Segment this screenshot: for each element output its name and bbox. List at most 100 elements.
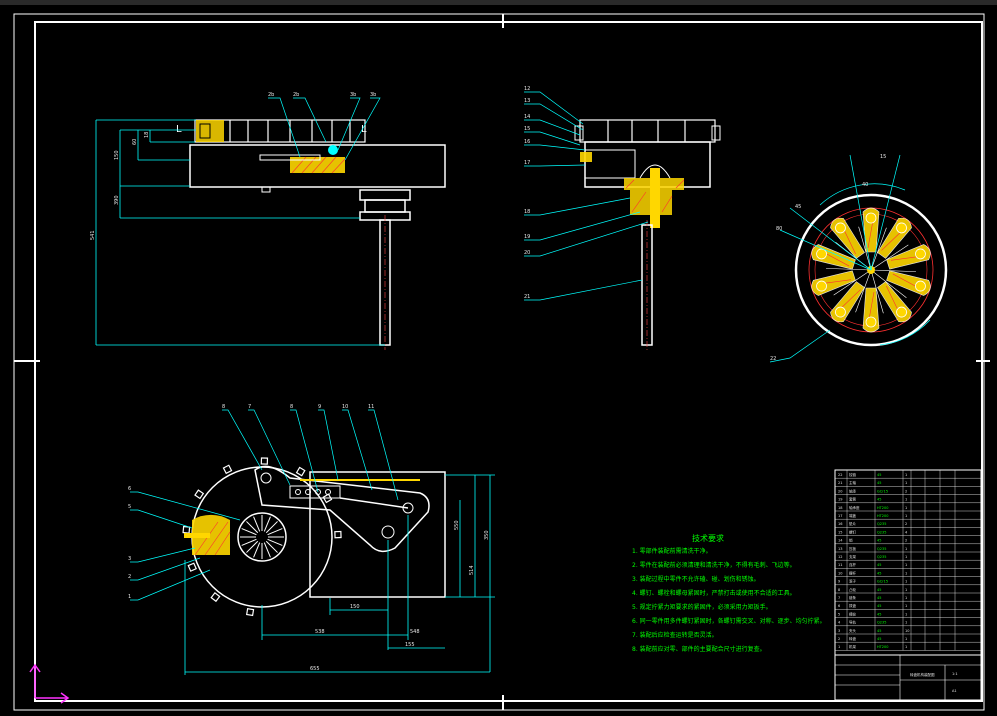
bom-row-material: 45 — [877, 498, 881, 502]
bom-row-material: Q235 — [877, 555, 886, 559]
bom-row-number: 3 — [838, 629, 840, 633]
clamp-knob — [865, 316, 877, 328]
dimension-text: 45 — [795, 204, 801, 210]
callout-label: 17 — [524, 160, 530, 166]
bom-row-number: 14 — [838, 539, 843, 543]
note-line: 3. 装配过程中零件不允许磕、碰、划伤和锈蚀。 — [632, 575, 760, 583]
bom-row-qty: 1 — [905, 580, 907, 584]
bom-row-name: 铰链 — [849, 472, 857, 477]
dimension-text: 150 — [350, 604, 360, 610]
bom-row-material: 45 — [877, 596, 881, 600]
callout-label: 11 — [368, 404, 374, 410]
callout-label: 9 — [318, 404, 321, 410]
bom-row-name: 主轴 — [849, 480, 857, 485]
bom-row-name: 滚子 — [849, 579, 857, 584]
bom-row-number: 7 — [838, 596, 840, 600]
bom-row-qty: 1 — [905, 506, 907, 510]
callout-label: 10 — [342, 404, 348, 410]
bom-row-qty: 1 — [905, 612, 907, 616]
dimension-text: 538 — [315, 629, 325, 635]
callout-label: 22 — [770, 356, 776, 362]
bom-row-name: 端盖 — [849, 513, 857, 518]
callout-label: 2 — [128, 574, 131, 580]
bom-row-material: 45 — [877, 539, 881, 543]
bom-row-qty: 1 — [905, 481, 907, 485]
bom-row-name: 销 — [849, 538, 853, 543]
bom-row-name: 摆杆 — [849, 570, 857, 575]
clamp-knob — [816, 280, 827, 292]
drawing-title: 转盘机构装配图 — [910, 672, 935, 677]
note-line: 2. 零件在装配前必须清理和清洗干净，不得有毛刺、飞边等。 — [632, 561, 796, 569]
callout-label: 16 — [524, 139, 530, 145]
clamp-knob — [835, 306, 846, 318]
callout-label: 3b — [350, 92, 356, 98]
dimension-text: 60 — [132, 139, 138, 145]
bom-row-qty: 2 — [905, 539, 907, 543]
note-line: 7. 装配后应检查运转是否灵活。 — [632, 631, 718, 639]
callout-label: 5 — [128, 504, 131, 510]
bom-row-material: Q235 — [877, 621, 886, 625]
bom-row-number: 6 — [838, 604, 840, 608]
clamp-knob — [896, 222, 907, 234]
bom-row-name: 螺钉 — [849, 529, 857, 534]
callout-label: 2b — [293, 92, 299, 98]
section-label-left: L — [176, 124, 182, 135]
callout-label: 18 — [524, 209, 530, 215]
bom-row-qty: 1 — [905, 596, 907, 600]
note-line: 5. 规定拧紧力矩要求的紧固件，必须采用力矩扳手。 — [632, 603, 772, 611]
note-line: 1. 零部件装配前需清洗干净。 — [632, 547, 712, 555]
drawing-background — [0, 0, 997, 716]
bom-row-material: 45 — [877, 571, 881, 575]
bom-row-material: 45 — [877, 481, 881, 485]
callout-label: 20 — [524, 250, 530, 256]
bom-row-material: GCr15 — [877, 580, 888, 584]
callout-label: 1 — [128, 594, 131, 600]
drawing-scale: 1:1 — [952, 672, 958, 676]
cad-drawing-canvas[interactable]: L L 2b 2b 3b 3b 541 390 150 60 18 12 13 … — [0, 0, 997, 716]
callout-label: 7 — [248, 404, 251, 410]
callout-label: 14 — [524, 114, 530, 120]
dimension-text: 541 — [90, 230, 96, 240]
dimension-text: 155 — [405, 642, 415, 648]
bom-row-qty: 1 — [905, 514, 907, 518]
bom-row-material: 45 — [877, 563, 881, 567]
bom-row-qty: 2 — [905, 489, 907, 493]
callout-label: 3b — [370, 92, 376, 98]
bom-row-qty: 1 — [905, 498, 907, 502]
dimension-text: 350 — [484, 530, 490, 540]
bom-row-qty: 1 — [905, 547, 907, 551]
clamp-knob — [915, 248, 926, 260]
bom-row-material: 45 — [877, 612, 881, 616]
bom-row-number: 9 — [838, 580, 840, 584]
bom-row-name: 拨盘 — [849, 603, 857, 608]
bom-row-material: 45 — [877, 637, 881, 641]
bom-row-material: 45 — [877, 604, 881, 608]
bom-row-number: 5 — [838, 612, 840, 616]
bom-row-name: 转盘 — [849, 636, 857, 641]
bom-row-number: 1 — [838, 645, 840, 649]
bom-row-name: 机架 — [849, 644, 857, 649]
callout-label: 8 — [290, 404, 293, 410]
dimension-text: 390 — [114, 195, 120, 205]
callout-label: 13 — [524, 98, 530, 104]
bom-row-number: 18 — [838, 506, 842, 510]
note-line: 4. 螺钉、螺栓和螺母紧固时，严禁打击或使用不合适的工具。 — [632, 589, 796, 597]
note-line: 6. 同一零件用多件螺钉紧固时，各螺钉需交叉、对称、逐步、均匀拧紧。 — [632, 617, 826, 625]
bom-row-number: 17 — [838, 514, 842, 518]
dimension-text: 80 — [776, 226, 782, 232]
callout-label: 2b — [268, 92, 274, 98]
bom-row-name: 连杆 — [849, 562, 857, 567]
callout-label: 19 — [524, 234, 530, 240]
bom-row-qty: 2 — [905, 522, 907, 526]
bom-row-number: 20 — [838, 489, 842, 493]
bom-row-number: 13 — [838, 547, 842, 551]
callout-label: 6 — [128, 486, 131, 492]
bom-row-material: 45 — [877, 588, 881, 592]
bom-row-material: HT200 — [877, 645, 888, 649]
bom-row-material: Q235 — [877, 547, 886, 551]
bom-row-qty: 1 — [905, 645, 907, 649]
bom-row-number: 16 — [838, 522, 842, 526]
bom-row-qty: 1 — [905, 473, 907, 477]
clamp-knob — [835, 222, 846, 234]
note-line: 8. 装配前应对零、部件的主要配合尺寸进行复查。 — [632, 645, 766, 653]
